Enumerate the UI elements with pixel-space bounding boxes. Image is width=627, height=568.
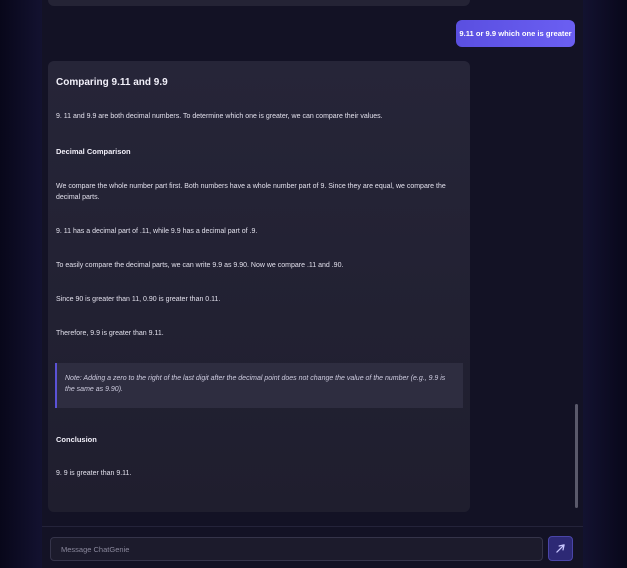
message-input[interactable] [50, 537, 543, 561]
right-gutter [583, 0, 627, 568]
paragraph-therefore: Therefore, 9.9 is greater than 9.11. [56, 330, 164, 337]
paragraph-compare: Since 90 is greater than 11, 0.90 is gre… [56, 296, 221, 303]
composer-divider [42, 526, 583, 527]
paragraph-decimal-parts: 9. 11 has a decimal part of .11, while 9… [56, 228, 258, 235]
note-callout: Note: Adding a zero to the right of the … [55, 363, 463, 408]
conclusion-paragraph: 9. 9 is greater than 9.11. [56, 470, 132, 477]
previous-message-bubble [48, 0, 470, 6]
section-heading-conclusion: Conclusion [56, 435, 97, 444]
paragraph-whole-number: We compare the whole number part first. … [56, 183, 446, 201]
send-button[interactable] [548, 536, 573, 561]
paragraph-rewrite: To easily compare the decimal parts, we … [56, 262, 344, 269]
assistant-message-card: Comparing 9.11 and 9.9 9. 11 and 9.9 are… [48, 61, 470, 512]
left-gutter [0, 0, 42, 568]
user-message-bubble: 9.11 or 9.9 which one is greater [456, 20, 575, 47]
section-heading-decimal-comparison: Decimal Comparison [56, 147, 131, 156]
intro-paragraph: 9. 11 and 9.9 are both decimal numbers. … [56, 113, 383, 120]
response-title: Comparing 9.11 and 9.9 [56, 77, 168, 88]
send-icon [556, 544, 565, 553]
chat-scrollbar[interactable] [575, 404, 578, 508]
note-text: Note: Adding a zero to the right of the … [65, 375, 446, 393]
